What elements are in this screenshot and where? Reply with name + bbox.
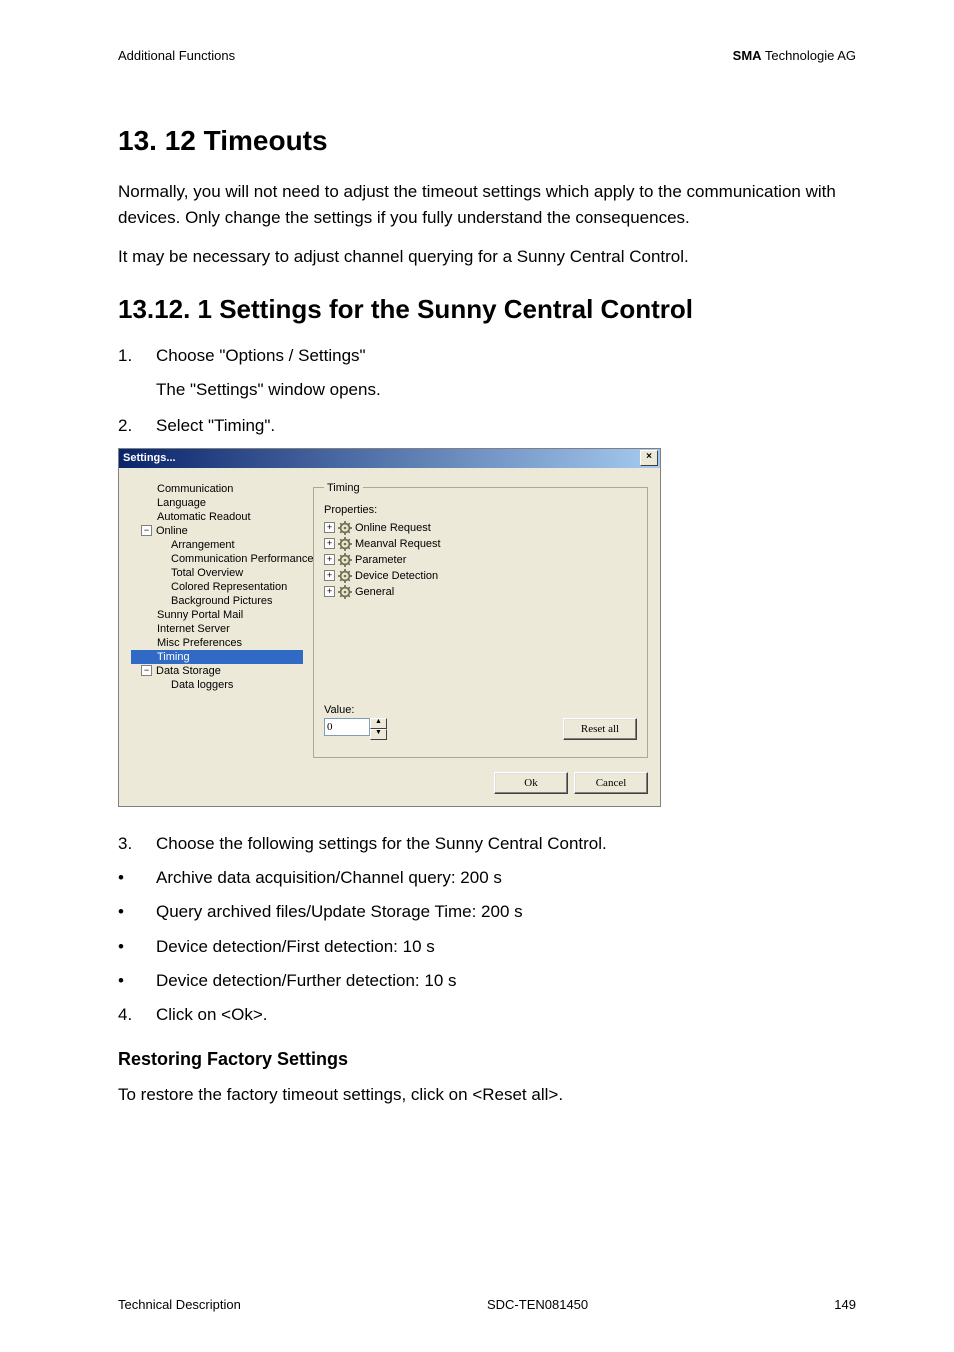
nav-item[interactable]: Timing — [131, 650, 303, 664]
header-left: Additional Functions — [118, 48, 235, 63]
bullet-text: Device detection/First detection: 10 s — [156, 934, 435, 960]
dialog-title: Settings... — [123, 452, 176, 464]
gear-icon — [338, 585, 352, 599]
step-4-text: Click on <Ok>. — [156, 1002, 268, 1028]
property-item[interactable]: + Online Request — [324, 520, 637, 536]
ok-button[interactable]: Ok — [494, 772, 568, 794]
cancel-button[interactable]: Cancel — [574, 772, 648, 794]
header-right: SMA Technologie AG — [733, 48, 856, 63]
timing-fieldset: Timing Properties: + Online Request + Meanv… — [313, 482, 648, 758]
collapse-icon[interactable]: − — [141, 665, 152, 676]
settings-nav-list[interactable]: CommunicationLanguageAutomatic Readout−O… — [131, 482, 303, 758]
nav-item[interactable]: Communication Performance — [131, 552, 303, 566]
nav-item[interactable]: Data loggers — [131, 678, 303, 692]
property-item[interactable]: + Device Detection — [324, 568, 637, 584]
bullet-item: •Query archived files/Update Storage Tim… — [118, 899, 856, 925]
bullet-item: •Device detection/First detection: 10 s — [118, 934, 856, 960]
step-2: 2. Select "Timing". — [118, 413, 856, 439]
step-1-text: Choose "Options / Settings" — [156, 343, 366, 369]
properties-tree[interactable]: + Online Request + Meanval Request + Paramete… — [324, 520, 637, 600]
header-right-bold: SMA — [733, 48, 762, 63]
nav-item-label: Online — [156, 525, 188, 537]
gear-icon — [338, 521, 352, 535]
expand-icon[interactable]: + — [324, 554, 335, 565]
nav-item[interactable]: Background Pictures — [131, 594, 303, 608]
nav-item[interactable]: Automatic Readout — [131, 510, 303, 524]
value-spinner[interactable]: ▲ ▼ — [324, 718, 387, 740]
nav-tree-parent[interactable]: −Data Storage — [131, 664, 303, 678]
expand-icon[interactable]: + — [324, 538, 335, 549]
nav-item[interactable]: Misc Preferences — [131, 636, 303, 650]
property-label: Parameter — [355, 554, 406, 566]
step-3-number: 3. — [118, 831, 156, 857]
expand-icon[interactable]: + — [324, 586, 335, 597]
settings-dialog-screenshot: Settings... × CommunicationLanguageAutom… — [118, 448, 856, 807]
nav-item[interactable]: Colored Representation — [131, 580, 303, 594]
bullet-text: Query archived files/Update Storage Time… — [156, 899, 523, 925]
header-right-rest: Technologie AG — [762, 48, 856, 63]
expand-icon[interactable]: + — [324, 522, 335, 533]
property-item[interactable]: + General — [324, 584, 637, 600]
step-2-text: Select "Timing". — [156, 413, 275, 439]
dialog-titlebar[interactable]: Settings... × — [119, 449, 660, 468]
paragraph-3: To restore the factory timeout settings,… — [118, 1082, 856, 1108]
footer-center: SDC-TEN081450 — [487, 1297, 588, 1312]
gear-icon — [338, 553, 352, 567]
property-label: General — [355, 586, 394, 598]
step-3: 3. Choose the following settings for the… — [118, 831, 856, 857]
bullet-text: Archive data acquisition/Channel query: … — [156, 865, 502, 891]
reset-all-button[interactable]: Reset all — [563, 718, 637, 740]
expand-icon[interactable]: + — [324, 570, 335, 581]
step-4-number: 4. — [118, 1002, 156, 1028]
paragraph-2: It may be necessary to adjust channel qu… — [118, 244, 856, 270]
bullet-dot: • — [118, 865, 156, 891]
step-2-number: 2. — [118, 413, 156, 439]
nav-item[interactable]: Communication — [131, 482, 303, 496]
nav-item[interactable]: Arrangement — [131, 538, 303, 552]
bullet-item: •Archive data acquisition/Channel query:… — [118, 865, 856, 891]
value-input[interactable] — [324, 718, 370, 736]
footer-left: Technical Description — [118, 1297, 241, 1312]
bullet-dot: • — [118, 968, 156, 994]
property-label: Device Detection — [355, 570, 438, 582]
gear-icon — [338, 569, 352, 583]
bullet-text: Device detection/Further detection: 10 s — [156, 968, 457, 994]
section-heading: 13. 12 Timeouts — [118, 125, 856, 157]
nav-item-label: Data Storage — [156, 665, 221, 677]
step-1-number: 1. — [118, 343, 156, 369]
timing-legend: Timing — [324, 482, 363, 494]
property-item[interactable]: + Meanval Request — [324, 536, 637, 552]
property-item[interactable]: + Parameter — [324, 552, 637, 568]
close-icon[interactable]: × — [640, 450, 658, 466]
minor-heading: Restoring Factory Settings — [118, 1049, 856, 1070]
bullet-dot: • — [118, 899, 156, 925]
step-1-sub: The "Settings" window opens. — [156, 377, 856, 403]
nav-item[interactable]: Sunny Portal Mail — [131, 608, 303, 622]
step-3-text: Choose the following settings for the Su… — [156, 831, 607, 857]
step-1: 1. Choose "Options / Settings" — [118, 343, 856, 369]
nav-tree-parent[interactable]: −Online — [131, 524, 303, 538]
footer-page-number: 149 — [834, 1297, 856, 1312]
subsection-heading: 13.12. 1 Settings for the Sunny Central … — [118, 294, 856, 325]
nav-item[interactable]: Language — [131, 496, 303, 510]
paragraph-1: Normally, you will not need to adjust th… — [118, 179, 856, 230]
step-4: 4. Click on <Ok>. — [118, 1002, 856, 1028]
value-label: Value: — [324, 704, 637, 716]
bullet-item: •Device detection/Further detection: 10 … — [118, 968, 856, 994]
collapse-icon[interactable]: − — [141, 525, 152, 536]
property-label: Online Request — [355, 522, 431, 534]
property-label: Meanval Request — [355, 538, 441, 550]
spin-down-icon[interactable]: ▼ — [370, 729, 387, 740]
gear-icon — [338, 537, 352, 551]
spin-up-icon[interactable]: ▲ — [370, 718, 387, 729]
bullet-dot: • — [118, 934, 156, 960]
nav-item[interactable]: Internet Server — [131, 622, 303, 636]
nav-item[interactable]: Total Overview — [131, 566, 303, 580]
properties-label: Properties: — [324, 504, 637, 516]
